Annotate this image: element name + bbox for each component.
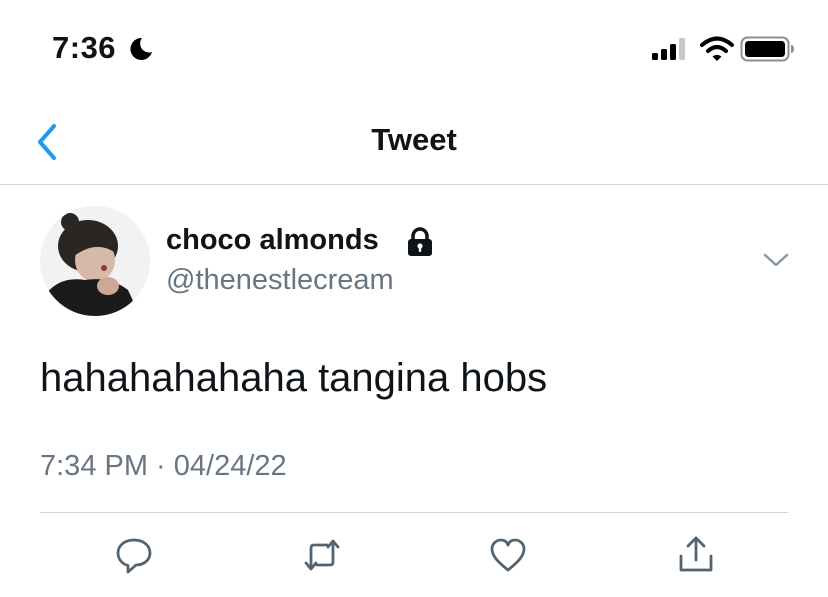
chevron-down-icon[interactable] xyxy=(762,250,790,270)
page-title: Tweet xyxy=(371,122,457,157)
moon-icon xyxy=(130,37,152,60)
signal-icon xyxy=(652,38,685,60)
handle[interactable]: @thenestlecream xyxy=(166,264,394,297)
status-time: 7:36 xyxy=(52,30,117,65)
nav-bar: Tweet xyxy=(0,100,828,185)
battery-icon xyxy=(740,36,794,62)
share-button[interactable] xyxy=(676,534,716,576)
reply-button[interactable] xyxy=(114,534,154,576)
status-bar: 7:36 xyxy=(0,0,828,100)
like-icon xyxy=(490,538,526,572)
avatar-photo xyxy=(40,206,150,316)
share-icon xyxy=(679,536,713,572)
wifi-icon xyxy=(700,36,734,61)
retweet-icon xyxy=(304,539,340,571)
like-button[interactable] xyxy=(488,534,528,576)
reply-icon xyxy=(116,538,152,574)
tweet-text: hahahahahaha tangina hobs xyxy=(40,356,548,400)
display-name[interactable]: choco almonds xyxy=(166,224,379,257)
avatar[interactable] xyxy=(40,206,150,316)
tweet-timestamp[interactable]: 7:34 PM · 04/24/22 xyxy=(40,450,287,483)
lock-icon xyxy=(408,227,432,256)
retweet-button[interactable] xyxy=(302,534,342,576)
divider xyxy=(40,512,788,513)
